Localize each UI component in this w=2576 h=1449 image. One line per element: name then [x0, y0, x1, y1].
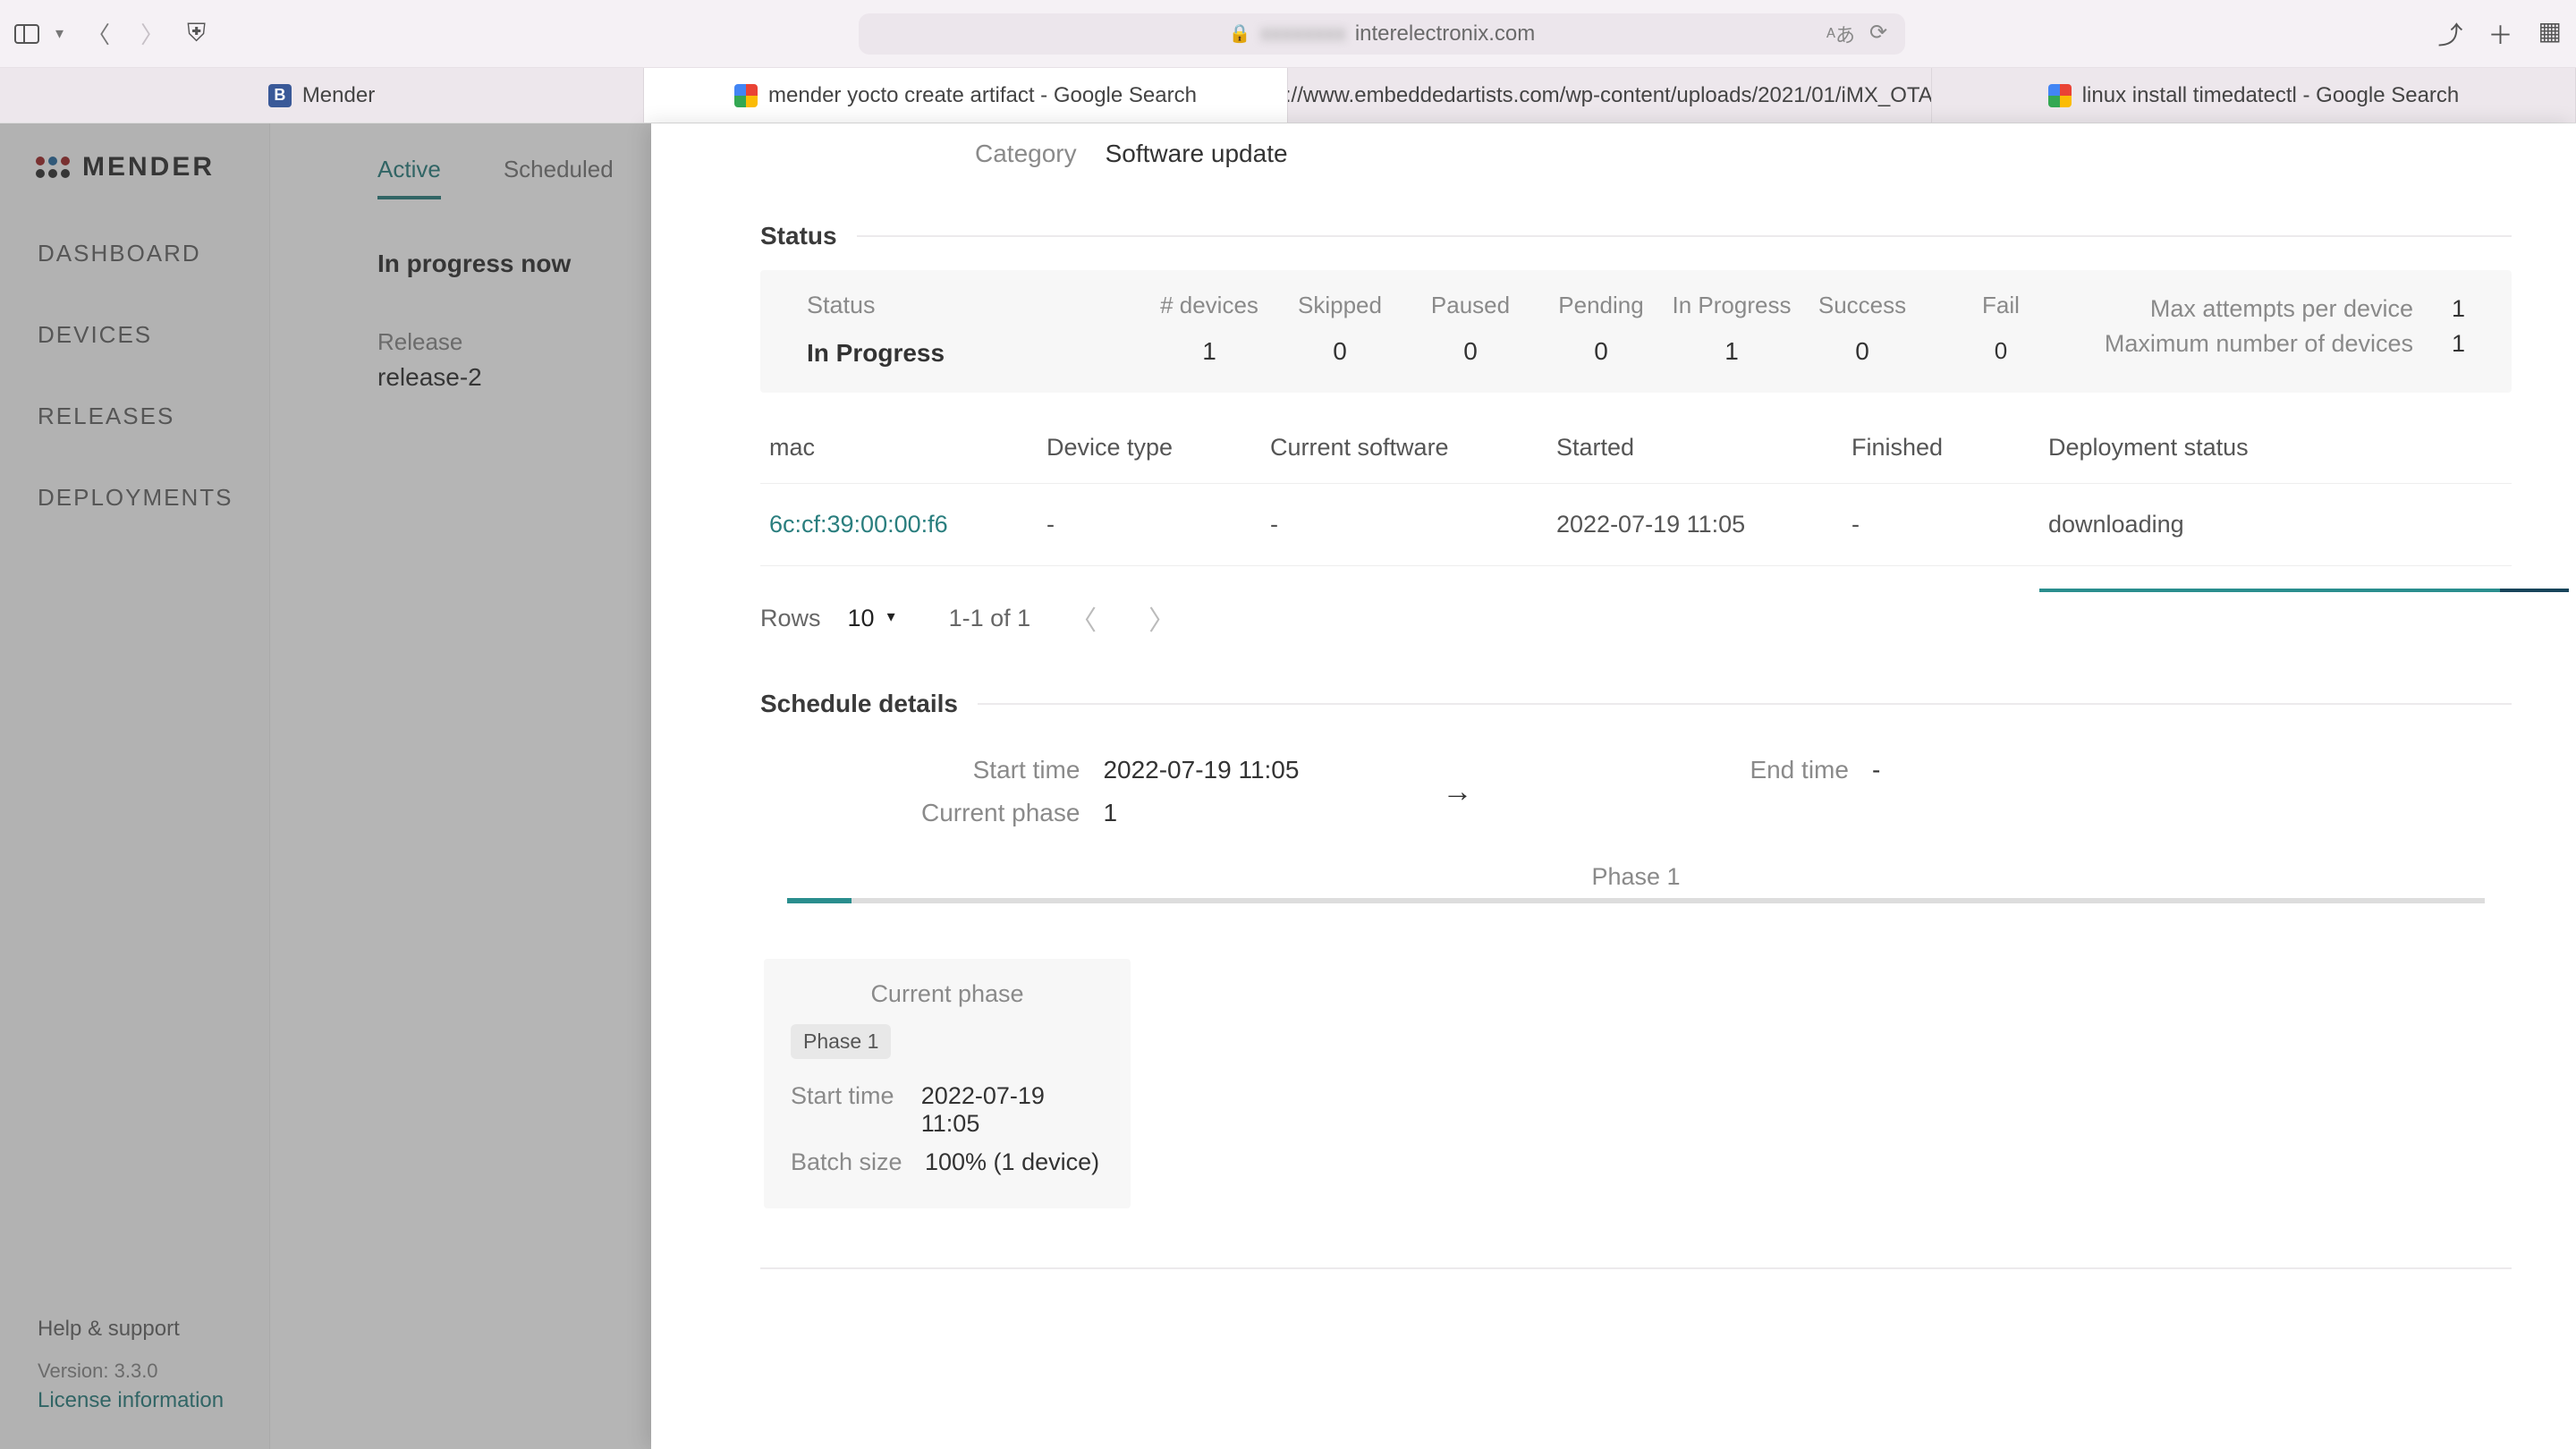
schedule-details: Start time 2022-07-19 11:05 Current phas…: [760, 738, 2512, 838]
privacy-shield-icon[interactable]: ⛨: [187, 19, 206, 48]
phase-progress: Phase 1: [787, 863, 2485, 903]
schedule-section-title: Schedule details: [760, 690, 2512, 718]
browser-tab-2[interactable]: E https://www.embeddedartists.com/wp-con…: [1288, 68, 1932, 123]
browser-tab-3[interactable]: linux install timedatectl - Google Searc…: [1932, 68, 2576, 123]
status-summary-card: Status In Progress # devices Skipped Pau…: [760, 270, 2512, 393]
tab-label: https://www.embeddedartists.com/wp-conte…: [1288, 83, 1932, 108]
drawer-bottom-divider: [760, 1267, 2512, 1269]
address-blurred-part: xxxxxxxx: [1260, 21, 1346, 47]
cell-finished: -: [1843, 484, 2039, 566]
th-started[interactable]: Started: [1547, 405, 1843, 484]
th-deployment-status[interactable]: Deployment status: [2039, 405, 2512, 484]
table-pagination: Rows 10 1-1 of 1 〈 〉: [760, 566, 2512, 645]
share-icon[interactable]: ⤴: [2438, 16, 2463, 52]
th-current-software[interactable]: Current software: [1261, 405, 1547, 484]
status-limits: Max attempts per device1 Maximum number …: [2105, 292, 2465, 361]
end-time-value: -: [1872, 756, 1880, 784]
favicon-google-icon: [2048, 84, 2072, 107]
browser-tab-0[interactable]: B Mender: [0, 68, 644, 123]
cell-deployment-status: downloading: [2039, 484, 2512, 566]
current-phase-label: Current phase: [921, 799, 1080, 827]
favicon-google-icon: [734, 84, 758, 107]
status-label: Status: [807, 292, 1093, 339]
phase-card-title: Current phase: [791, 980, 1104, 1024]
table-row[interactable]: 6c:cf:39:00:00:f6 - - 2022-07-19 11:05 -…: [760, 484, 2512, 566]
tab-label: mender yocto create artifact - Google Se…: [768, 83, 1197, 108]
current-phase-value: 1: [1103, 799, 1299, 827]
phase-chip: Phase 1: [791, 1024, 891, 1059]
row-progress-bar: [2039, 589, 2569, 592]
category-label: Category: [975, 140, 1077, 168]
page-content: MENDER DASHBOARD DEVICES RELEASES DEPLOY…: [0, 123, 2576, 1449]
phase-progress-fill: [787, 898, 852, 903]
browser-tab-1[interactable]: mender yocto create artifact - Google Se…: [644, 68, 1288, 123]
status-counts-grid: # devices Skipped Paused Pending In Prog…: [1147, 292, 1925, 366]
cell-current-software: -: [1261, 484, 1547, 566]
pager-prev[interactable]: 〈: [1057, 598, 1109, 638]
browser-tabstrip: B Mender mender yocto create artifact - …: [0, 68, 2576, 123]
status-value: In Progress: [807, 339, 1093, 368]
lock-icon: 🔒: [1229, 22, 1251, 45]
translate-icon[interactable]: ᴬあ: [1826, 20, 1855, 48]
arrow-right-icon: →: [1370, 775, 1544, 809]
reload-icon[interactable]: ⟳: [1869, 20, 1887, 48]
pager-range: 1-1 of 1: [922, 605, 1031, 632]
tab-overview-icon[interactable]: ▦: [2538, 16, 2562, 52]
status-section-title: Status: [760, 222, 2512, 250]
favicon-bootstrap-icon: B: [268, 84, 292, 107]
th-finished[interactable]: Finished: [1843, 405, 2039, 484]
new-tab-icon[interactable]: ＋: [2488, 16, 2513, 52]
tab-label: linux install timedatectl - Google Searc…: [2082, 83, 2460, 108]
start-time-label: Start time: [921, 756, 1080, 784]
cell-mac[interactable]: 6c:cf:39:00:00:f6: [760, 484, 1038, 566]
category-row: Category Software update: [760, 123, 2512, 200]
category-value: Software update: [1106, 140, 1288, 168]
devices-table: mac Device type Current software Started…: [760, 405, 2512, 566]
start-time-value: 2022-07-19 11:05: [1103, 756, 1299, 784]
pager-next[interactable]: 〉: [1136, 598, 1188, 638]
cell-device-type: -: [1038, 484, 1261, 566]
toolbar-dropdown-icon[interactable]: ▾: [55, 24, 64, 43]
deployment-detail-drawer: Category Software update Status Status I…: [651, 123, 2576, 1449]
current-phase-card: Current phase Phase 1 Start time2022-07-…: [764, 959, 1131, 1208]
sidebar-toggle-icon[interactable]: [14, 24, 39, 44]
back-button[interactable]: 〈: [80, 17, 117, 50]
phase-bar-label: Phase 1: [787, 863, 2485, 898]
browser-toolbar: ▾ 〈 〉 ⛨ 🔒 xxxxxxxx interelectronix.com ᴬ…: [0, 0, 2576, 68]
address-url: interelectronix.com: [1355, 21, 1535, 47]
rows-label: Rows: [760, 605, 821, 632]
cell-started: 2022-07-19 11:05: [1547, 484, 1843, 566]
tab-label: Mender: [302, 83, 375, 108]
end-time-label: End time: [1750, 756, 1849, 784]
forward-button[interactable]: 〉: [133, 17, 171, 50]
th-mac[interactable]: mac: [760, 405, 1038, 484]
th-device-type[interactable]: Device type: [1038, 405, 1261, 484]
address-bar[interactable]: 🔒 xxxxxxxx interelectronix.com ᴬあ ⟳: [859, 13, 1905, 55]
rows-per-page-select[interactable]: 10: [848, 605, 895, 632]
